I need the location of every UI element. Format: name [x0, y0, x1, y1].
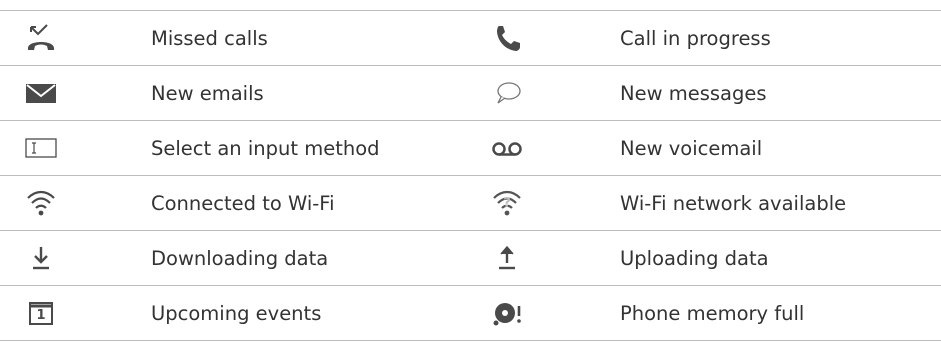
row-label: Missed calls	[151, 26, 268, 50]
calendar-day-label: 1	[36, 308, 46, 323]
row-label: Wi-Fi network available	[620, 191, 847, 215]
svg-text:?: ?	[503, 196, 511, 211]
table-row: Select an input method New voicemail	[0, 121, 941, 176]
table-row: Downloading data Uploading data	[0, 231, 941, 286]
row-label: Upcoming events	[151, 301, 322, 325]
row-label: Connected to Wi-Fi	[151, 191, 335, 215]
message-bubble-icon	[489, 78, 525, 108]
table-row: 1 Upcoming events Phone memory full	[0, 286, 941, 341]
calendar-event-icon: 1	[23, 298, 59, 328]
input-method-icon	[23, 133, 59, 163]
email-icon	[23, 78, 59, 108]
row-label: Uploading data	[620, 246, 769, 270]
row-label: New voicemail	[620, 136, 763, 160]
wifi-connected-icon	[23, 188, 59, 218]
row-label: New messages	[620, 81, 767, 105]
wifi-available-icon: ?	[489, 188, 525, 218]
download-icon	[23, 243, 59, 273]
row-label: Call in progress	[620, 26, 771, 50]
table-row: Connected to Wi-Fi ? Wi-Fi network avail…	[0, 176, 941, 231]
row-label: Select an input method	[151, 136, 380, 160]
phone-call-icon	[489, 23, 525, 53]
row-label: Downloading data	[151, 246, 329, 270]
missed-call-icon	[23, 23, 59, 53]
table-row: Missed calls Call in progress	[0, 11, 941, 66]
upload-icon	[489, 243, 525, 273]
notification-icons-table: Missed calls Call in progress New emails	[0, 10, 941, 341]
row-label: Phone memory full	[620, 301, 805, 325]
table-row: New emails New messages	[0, 66, 941, 121]
voicemail-icon	[489, 133, 525, 163]
memory-full-icon	[489, 298, 525, 328]
row-label: New emails	[151, 81, 264, 105]
